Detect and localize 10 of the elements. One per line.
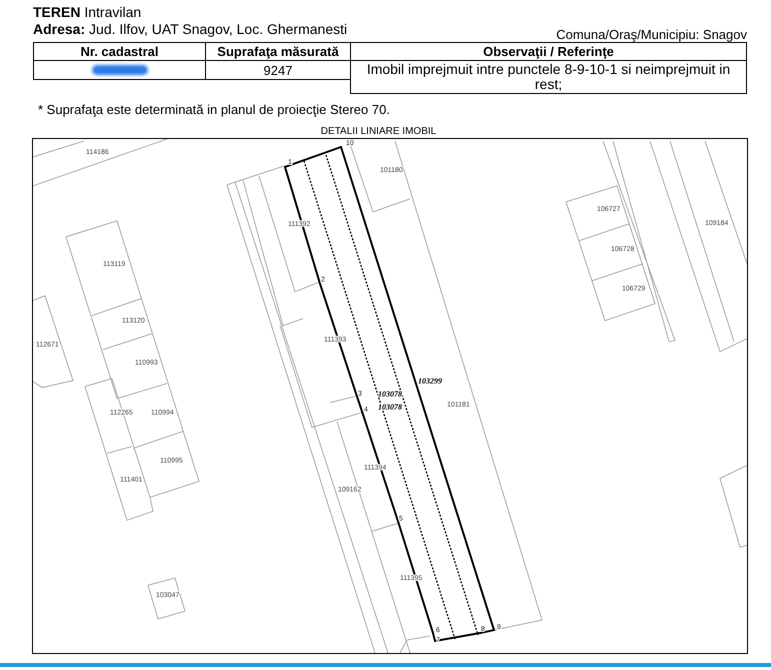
footnote: * Suprafaţa este determinată in planul de proiecţie Stereo 70. — [38, 102, 390, 117]
plan-title: DETALII LINIARE IMOBIL — [320, 126, 436, 138]
column-header: Nr. cadastral — [33, 42, 205, 61]
column-header: Observaţii / Referinţe — [350, 42, 747, 61]
address: Adresa: Jud. Ilfov, UAT Snagov, Loc. Ghermanesti — [33, 21, 348, 38]
land-type: TEREN Intravilan — [33, 4, 142, 21]
column-header: Suprafaţa măsurată — [205, 42, 350, 61]
table-cell: Imobil imprejmuit intre punctele 8-9-10-1 si neimprejmuit in rest; — [350, 61, 747, 94]
redaction-blur — [92, 65, 148, 75]
locality-label: Comuna/Oraş/Municipiu: Snagov — [556, 27, 747, 43]
